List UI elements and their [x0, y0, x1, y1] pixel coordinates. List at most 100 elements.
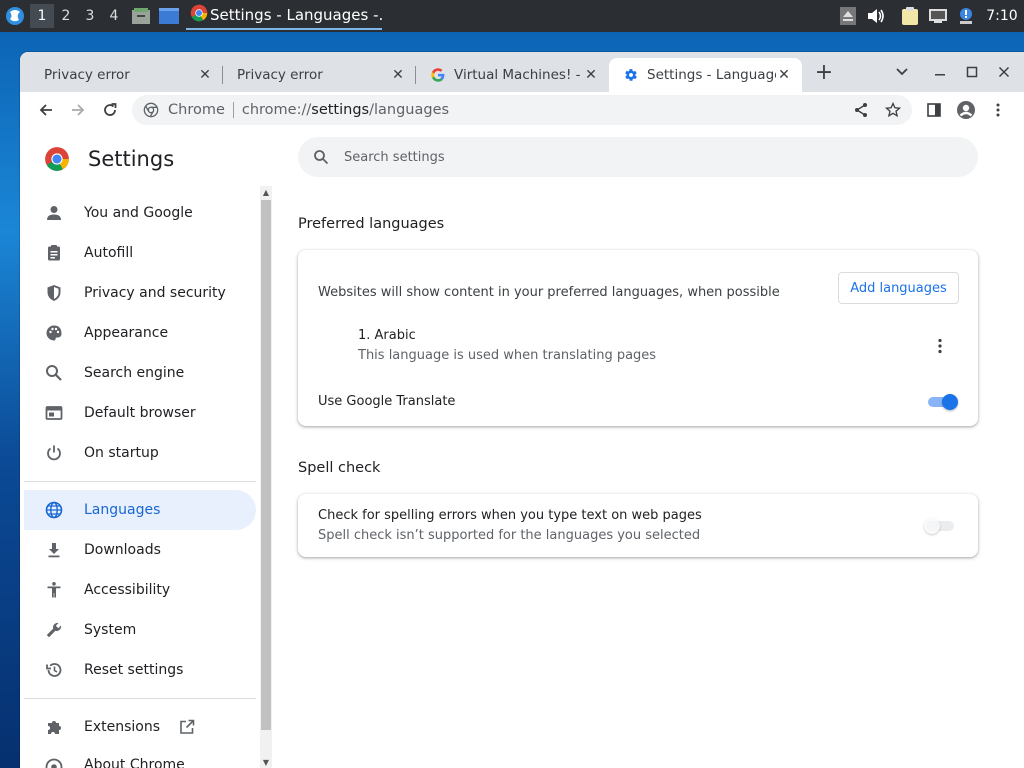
preferred-languages-card: Websites will show content in your prefe…: [298, 250, 978, 426]
tab-privacy-error-1[interactable]: Privacy error ✕: [30, 58, 223, 92]
desktop-icon: [159, 8, 179, 24]
distro-logo-icon: [6, 7, 24, 25]
scroll-down-arrow[interactable]: ▼: [260, 756, 272, 768]
sidebar-item-downloads[interactable]: Downloads: [24, 530, 256, 570]
tab-settings-languages[interactable]: Settings - Languages ✕: [609, 58, 802, 92]
tab-privacy-error-2[interactable]: Privacy error ✕: [223, 58, 416, 92]
tab-search-button[interactable]: [888, 58, 916, 86]
scroll-up-arrow[interactable]: ▲: [260, 186, 272, 198]
sidebar-item-extensions[interactable]: Extensions: [24, 707, 256, 747]
close-window-button[interactable]: [990, 58, 1018, 86]
sidebar-item-label: Search engine: [84, 365, 185, 381]
eject-icon: [840, 7, 856, 25]
chrome-menu-button[interactable]: [982, 94, 1014, 126]
sidebar-item-privacy-and-security[interactable]: Privacy and security: [24, 273, 256, 313]
address-bar[interactable]: Chrome chrome://settings/languages: [132, 95, 912, 125]
share-button[interactable]: [846, 95, 876, 125]
add-languages-button[interactable]: Add languages: [838, 272, 959, 304]
search-input[interactable]: [344, 149, 944, 165]
sidebar-item-accessibility[interactable]: Accessibility: [24, 570, 256, 610]
workspace-2[interactable]: 2: [54, 4, 78, 28]
forward-button[interactable]: [62, 94, 94, 126]
spell-check-note: Spell check isn’t supported for the lang…: [318, 528, 701, 543]
sidebar-item-appearance[interactable]: Appearance: [24, 313, 256, 353]
share-icon: [855, 103, 867, 117]
sidebar-item-label: Default browser: [84, 405, 196, 421]
side-panel-button[interactable]: [918, 94, 950, 126]
sidebar-item-default-browser[interactable]: Default browser: [24, 393, 256, 433]
clock[interactable]: 7:10: [980, 8, 1024, 24]
avatar-icon: [957, 101, 975, 119]
sidebar-item-system[interactable]: System: [24, 610, 256, 650]
sidebar-item-reset-settings[interactable]: Reset settings: [24, 650, 256, 690]
google-translate-toggle[interactable]: [926, 392, 960, 412]
close-tab-icon[interactable]: ✕: [197, 67, 213, 83]
clipboard-icon: [902, 7, 918, 25]
volume-icon: [868, 9, 884, 23]
sidebar-item-on-startup[interactable]: On startup: [24, 433, 256, 473]
start-menu-button[interactable]: [0, 0, 30, 32]
person-icon: [44, 203, 64, 223]
workspace-4[interactable]: 4: [102, 4, 126, 28]
url-host: settings: [311, 102, 370, 118]
language-more-actions-button[interactable]: [928, 334, 952, 358]
spell-check-card: Check for spelling errors when you type …: [298, 494, 978, 557]
chrome-outline-icon: [44, 757, 64, 768]
update-notice-icon: [960, 8, 972, 24]
new-tab-button[interactable]: +: [810, 58, 838, 86]
close-tab-icon[interactable]: ✕: [583, 67, 599, 83]
url-prefix: chrome://: [241, 102, 312, 118]
preferred-languages-description: Websites will show content in your prefe…: [318, 285, 780, 300]
sidebar-item-languages[interactable]: Languages: [24, 490, 256, 530]
omnibox-divider: [232, 102, 234, 118]
sidebar-item-autofill[interactable]: Autofill: [24, 233, 256, 273]
history-icon: [44, 660, 64, 680]
language-item-name: 1. Arabic: [358, 328, 416, 343]
language-item-note: This language is used when translating p…: [358, 348, 657, 363]
eject-tray[interactable]: [834, 0, 862, 32]
search-settings-box[interactable]: [298, 137, 978, 177]
sidebar-item-you-and-google[interactable]: You and Google: [24, 193, 256, 233]
maximize-icon: [966, 66, 978, 78]
settings-main: Preferred languages Websites will show c…: [276, 128, 1024, 768]
tab-virtual-machines[interactable]: Virtual Machines! - ✕: [416, 58, 609, 92]
file-manager-launcher[interactable]: [128, 3, 154, 29]
file-manager-icon: [132, 8, 150, 24]
spell-check-heading: Spell check: [298, 460, 381, 476]
accessibility-icon: [44, 580, 64, 600]
desktop-launcher[interactable]: [156, 3, 182, 29]
sidebar-item-label: Privacy and security: [84, 285, 226, 301]
back-button[interactable]: [30, 94, 62, 126]
volume-tray[interactable]: [862, 0, 890, 32]
sidebar-item-label: System: [84, 622, 137, 638]
sidebar-item-search-engine[interactable]: Search engine: [24, 353, 256, 393]
nav-divider: [24, 698, 256, 699]
sidebar-scrollbar[interactable]: ▲ ▼: [260, 186, 272, 768]
browser-window: Privacy error ✕ Privacy error ✕ Virtual …: [20, 52, 1024, 768]
workspace-3[interactable]: 3: [78, 4, 102, 28]
tab-title: Virtual Machines! -: [454, 67, 581, 83]
close-tab-icon[interactable]: ✕: [390, 67, 406, 83]
profile-button[interactable]: [950, 94, 982, 126]
network-tray[interactable]: [924, 0, 952, 32]
scroll-thumb[interactable]: [261, 200, 271, 730]
chevron-down-icon: [896, 68, 908, 76]
sidebar-item-about-chrome[interactable]: About Chrome: [24, 747, 256, 768]
minimize-button[interactable]: [926, 58, 954, 86]
spell-check-toggle[interactable]: [924, 516, 958, 536]
browser-window-icon: [44, 403, 64, 423]
close-tab-icon[interactable]: ✕: [776, 67, 792, 83]
clipboard-tray[interactable]: [896, 0, 924, 32]
tab-title: Privacy error: [44, 67, 130, 83]
tab-title: Privacy error: [237, 67, 323, 83]
sidebar-item-label: Autofill: [84, 245, 134, 261]
notification-tray[interactable]: [952, 0, 980, 32]
bookmark-button[interactable]: [878, 95, 908, 125]
download-icon: [44, 540, 64, 560]
reload-button[interactable]: [94, 94, 126, 126]
workspace-1[interactable]: 1: [30, 4, 54, 28]
taskbar-window-chrome[interactable]: Settings - Languages -...: [186, 2, 382, 30]
sidebar-item-label: Downloads: [84, 542, 161, 558]
maximize-button[interactable]: [958, 58, 986, 86]
chrome-logo-icon: [45, 147, 69, 171]
